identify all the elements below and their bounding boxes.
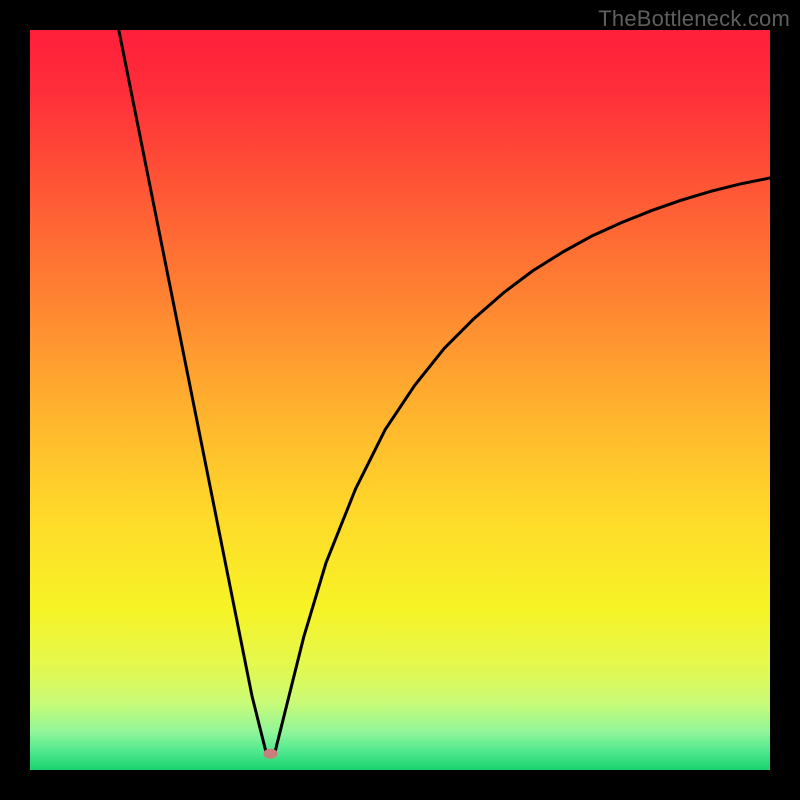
chart-stage: TheBottleneck.com <box>0 0 800 800</box>
notch-marker <box>264 749 278 759</box>
watermark-label: TheBottleneck.com <box>598 6 790 32</box>
plot-frame <box>30 30 770 770</box>
bottleneck-chart <box>30 30 770 770</box>
